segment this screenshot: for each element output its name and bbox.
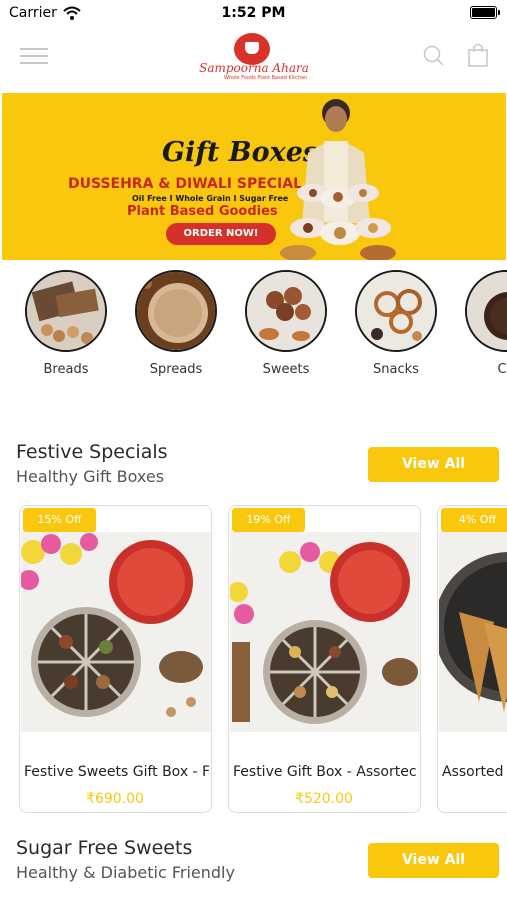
category-breads[interactable]: Breads (24, 270, 108, 377)
product-price: ₹ (438, 791, 507, 807)
view-all-button[interactable]: View All (368, 843, 499, 878)
category-image (465, 270, 507, 352)
section-subtitle: Healthy Gift Boxes (16, 467, 165, 486)
product-image (439, 532, 507, 732)
product-card[interactable]: 19% Off Festive Gift Box - Assortec ₹520… (228, 505, 421, 813)
category-label: Sweets (262, 362, 310, 377)
section-title: Sugar Free Sweets (16, 837, 193, 859)
category-image (135, 270, 217, 352)
product-image (21, 532, 211, 732)
product-name: Festive Gift Box - Assortec (233, 764, 417, 780)
category-image (245, 270, 327, 352)
product-price: ₹520.00 (295, 791, 353, 807)
brand-tagline: Whole Foods Plant Based Kitchen (224, 75, 308, 81)
status-bar: Carrier 1:52 PM (0, 0, 507, 28)
product-card[interactable]: 4% Off Assorted ₹ (437, 505, 507, 813)
category-cakes[interactable]: Ca (464, 270, 507, 377)
category-spreads[interactable]: Spreads (134, 270, 218, 377)
product-price: ₹690.00 (86, 791, 144, 807)
shopping-bag-icon[interactable] (467, 42, 489, 68)
category-label: Ca (497, 362, 507, 377)
category-label: Snacks (373, 362, 419, 377)
product-name: Festive Sweets Gift Box - F (24, 764, 210, 780)
search-icon[interactable] (423, 45, 445, 67)
category-image (355, 270, 437, 352)
discount-badge: 4% Off (441, 508, 507, 532)
product-card[interactable]: 15% Off Festive Sweets Gift Box - F ₹690… (19, 505, 212, 813)
menu-icon[interactable] (20, 47, 48, 65)
category-sweets[interactable]: Sweets (244, 270, 328, 377)
banner-headline: DUSSEHRA & DIWALI SPECIAL (68, 176, 303, 192)
category-snacks[interactable]: Snacks (354, 270, 438, 377)
product-image (230, 532, 420, 732)
battery-icon (470, 6, 500, 19)
banner-subheadline: Plant Based Goodies (127, 204, 278, 219)
banner-features: Oil Free I Whole Grain I Sugar Free (132, 194, 289, 203)
category-strip[interactable]: Breads Spreads Sweets Snacks C (0, 264, 507, 384)
product-carousel[interactable]: 15% Off Festive Sweets Gift Box - F ₹690… (0, 505, 507, 815)
section-subtitle: Healthy & Diabetic Friendly (16, 863, 235, 882)
category-label: Spreads (149, 362, 203, 377)
clock-time: 1:52 PM (221, 5, 286, 21)
view-all-button[interactable]: View All (368, 447, 499, 482)
category-label: Breads (43, 362, 89, 377)
promo-banner[interactable]: Gift Boxes DUSSEHRA & DIWALI SPECIAL Oil… (2, 93, 506, 260)
app-header: Sampoorna Ahara Whole Foods Plant Based … (0, 28, 507, 90)
discount-badge: 15% Off (23, 508, 96, 532)
order-now-button[interactable]: ORDER NOW! (166, 223, 276, 245)
brand-name: Sampoorna Ahara (199, 61, 309, 75)
discount-badge: 19% Off (232, 508, 305, 532)
section-title: Festive Specials (16, 441, 168, 463)
product-name: Assorted (442, 764, 504, 780)
category-image (25, 270, 107, 352)
brand-logo[interactable]: Sampoorna Ahara Whole Foods Plant Based … (190, 31, 318, 83)
banner-illustration (280, 99, 396, 260)
